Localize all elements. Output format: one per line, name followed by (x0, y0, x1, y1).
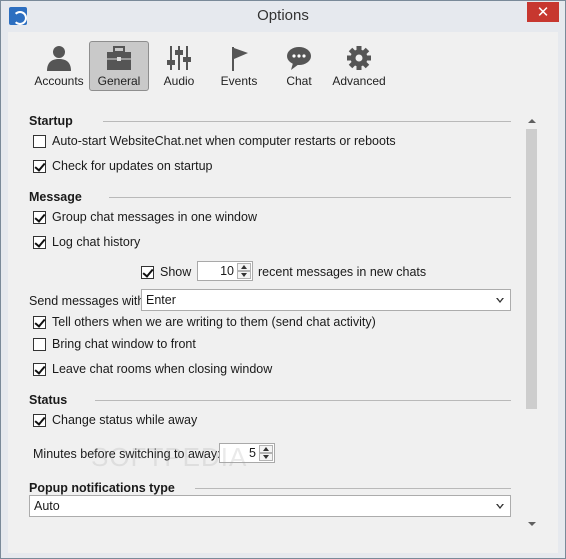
group-chat-checkbox[interactable]: Group chat messages in one window (33, 210, 257, 224)
message-section-title: Message (29, 190, 82, 204)
show-recent-box (141, 265, 154, 279)
tab-general[interactable]: General (89, 41, 149, 91)
equalizer-icon (167, 46, 191, 70)
popup-section-title: Popup notifications type (29, 481, 175, 495)
window-title: Options (257, 7, 309, 24)
vertical-scrollbar[interactable] (523, 112, 540, 533)
tab-audio-label: Audio (163, 74, 195, 88)
recent-messages-arrows (237, 263, 251, 279)
options-window: Options ✕ Accounts General Audio Events … (0, 0, 566, 559)
send-with-dropdown[interactable]: Enter (141, 289, 511, 311)
popup-divider (195, 488, 511, 489)
title-bar: Options ✕ (1, 1, 565, 32)
tell-others-box (33, 315, 46, 329)
minutes-away-arrows (259, 445, 273, 461)
group-chat-box (33, 210, 46, 224)
chevron-down-icon (496, 297, 504, 303)
leave-rooms-label: Leave chat rooms when closing window (52, 362, 273, 376)
gear-icon (347, 46, 371, 70)
leave-rooms-box (33, 362, 46, 376)
check-updates-label: Check for updates on startup (52, 159, 213, 173)
recent-messages-suffix: recent messages in new chats (258, 265, 427, 279)
status-divider (95, 400, 511, 401)
frame-left (1, 32, 8, 558)
tell-others-checkbox[interactable]: Tell others when we are writing to them … (33, 315, 376, 329)
log-history-box (33, 235, 46, 249)
startup-section-title: Startup (29, 114, 73, 128)
minutes-away-down-button[interactable] (259, 453, 273, 461)
minutes-away-spinner[interactable]: 5 (219, 443, 275, 463)
tab-general-label: General (97, 74, 141, 88)
change-away-box (33, 413, 46, 427)
frame-right (558, 32, 565, 558)
status-section-title: Status (29, 393, 68, 407)
tab-chat[interactable]: Chat (269, 41, 329, 91)
check-updates-checkbox[interactable]: Check for updates on startup (33, 159, 213, 173)
recent-messages-up-button[interactable] (237, 263, 251, 271)
person-icon (47, 46, 71, 71)
startup-divider (103, 121, 511, 122)
options-toolbar: Accounts General Audio Events Chat Advan… (8, 32, 558, 104)
chevron-down-icon (496, 503, 504, 509)
send-with-label: Send messages with: (29, 294, 148, 308)
recent-messages-value: 10 (220, 264, 234, 278)
recent-messages-down-button[interactable] (237, 271, 251, 279)
tab-events-label: Events (220, 74, 258, 88)
send-with-value: Enter (146, 293, 176, 307)
auto-start-box (33, 134, 46, 148)
auto-start-label: Auto-start WebsiteChat.net when computer… (52, 134, 396, 148)
log-history-checkbox[interactable]: Log chat history (33, 235, 140, 249)
bring-front-label: Bring chat window to front (52, 337, 196, 351)
chat-bubble-icon (287, 47, 311, 70)
minutes-away-value: 5 (249, 446, 256, 460)
tab-events[interactable]: Events (209, 41, 269, 91)
tab-advanced-label: Advanced (332, 74, 386, 88)
scroll-thumb[interactable] (526, 129, 537, 409)
close-button[interactable]: ✕ (527, 2, 559, 22)
scroll-up-button[interactable] (523, 112, 540, 129)
minutes-away-label: Minutes before switching to away: (33, 447, 221, 461)
tab-audio[interactable]: Audio (149, 41, 209, 91)
show-recent-checkbox[interactable]: Show (141, 265, 191, 279)
scroll-down-button[interactable] (523, 516, 540, 533)
message-divider (109, 197, 511, 198)
show-recent-label: Show (160, 265, 192, 279)
leave-rooms-checkbox[interactable]: Leave chat rooms when closing window (33, 362, 272, 376)
popup-type-value: Auto (34, 499, 60, 513)
tab-accounts[interactable]: Accounts (29, 41, 89, 91)
check-updates-box (33, 159, 46, 173)
dialog-client-area: Accounts General Audio Events Chat Advan… (8, 32, 558, 553)
tab-accounts-label: Accounts (34, 74, 84, 88)
briefcase-icon (107, 46, 131, 70)
tab-advanced[interactable]: Advanced (329, 41, 389, 91)
flag-icon (232, 47, 248, 71)
change-away-checkbox[interactable]: Change status while away (33, 413, 197, 427)
minutes-away-up-button[interactable] (259, 445, 273, 453)
popup-type-dropdown[interactable]: Auto (29, 495, 511, 517)
auto-start-checkbox[interactable]: Auto-start WebsiteChat.net when computer… (33, 134, 396, 148)
bring-front-checkbox[interactable]: Bring chat window to front (33, 337, 196, 351)
tab-chat-label: Chat (286, 74, 312, 88)
change-away-label: Change status while away (52, 413, 198, 427)
group-chat-label: Group chat messages in one window (52, 210, 257, 224)
general-settings-panel: Startup Auto-start WebsiteChat.net when … (21, 112, 540, 533)
log-history-label: Log chat history (52, 235, 141, 249)
tell-others-label: Tell others when we are writing to them … (52, 315, 376, 329)
recent-messages-spinner[interactable]: 10 (197, 261, 253, 281)
bring-front-box (33, 337, 46, 351)
